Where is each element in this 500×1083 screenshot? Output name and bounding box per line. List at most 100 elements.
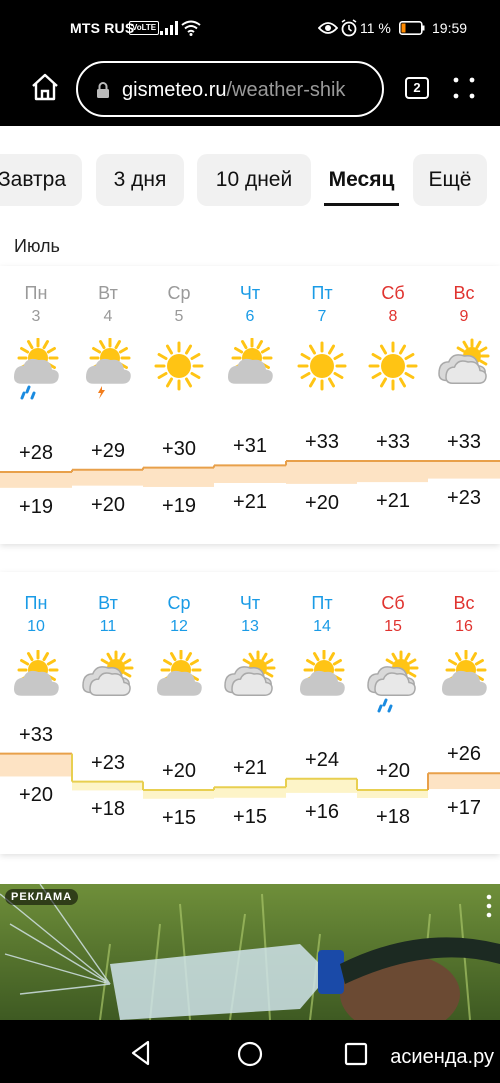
day-header[interactable]: Чт 13	[214, 592, 286, 638]
day-header[interactable]: Сб 8	[357, 282, 429, 328]
ad-options-icon[interactable]	[486, 894, 492, 918]
day-header[interactable]: Вс 9	[428, 282, 500, 328]
temperature-band-segment	[286, 778, 357, 793]
url-text: gismeteo.ru/weather-shik	[122, 79, 345, 102]
max-temperature: +31	[233, 435, 267, 458]
temperature-band-segment	[0, 472, 72, 488]
home-icon[interactable]	[30, 72, 60, 102]
max-temperature: +23	[91, 751, 125, 774]
day-name: Вт	[98, 283, 118, 303]
partly-cloudy-thunder-icon	[86, 338, 131, 399]
day-header[interactable]: Вс 16	[428, 592, 500, 638]
day-name: Ср	[167, 283, 191, 303]
day-header[interactable]: Вт 4	[72, 282, 144, 328]
temperature-band-segment	[72, 469, 143, 486]
min-temperature: +15	[233, 805, 267, 828]
tab-more[interactable]: Ещё	[413, 154, 487, 206]
day-number: 10	[27, 618, 45, 635]
max-temperature: +26	[447, 743, 481, 766]
day-number: 8	[388, 308, 398, 325]
battery-icon	[399, 21, 425, 35]
partly-cloudy-icon	[442, 650, 487, 696]
max-temperature: +21	[233, 757, 267, 780]
max-temperature: +24	[305, 748, 339, 771]
partly-cloudy-rain-icon	[14, 338, 59, 400]
min-temperature: +15	[162, 806, 196, 829]
url-path: /weather-shik	[226, 79, 346, 101]
min-temperature: +20	[305, 491, 339, 514]
day-header[interactable]: Пт 7	[286, 282, 358, 328]
back-icon[interactable]	[128, 1040, 154, 1066]
address-bar[interactable]: gismeteo.ru/weather-shik	[76, 61, 384, 117]
partly-cloudy-icon	[228, 338, 273, 384]
period-tabs: Завтра 3 дня 10 дней Месяц Ещё	[0, 126, 500, 226]
cloudy-sun-icon	[224, 650, 276, 696]
day-header[interactable]: Ср 5	[143, 282, 215, 328]
day-name: Пт	[311, 283, 333, 303]
browser-toolbar: gismeteo.ru/weather-shik 2	[0, 58, 500, 126]
day-number: 12	[170, 618, 188, 635]
day-number: 3	[31, 308, 41, 325]
cloudy-sun-icon	[438, 338, 490, 384]
min-temperature: +18	[376, 806, 410, 828]
max-temperature: +30	[162, 437, 196, 460]
home-circle-icon[interactable]	[236, 1040, 264, 1068]
cloudy-sun-rain-icon	[367, 650, 419, 713]
temperature-band-segment	[214, 465, 286, 483]
partly-cloudy-icon	[157, 650, 202, 696]
more-menu-icon[interactable]	[452, 76, 476, 100]
min-temperature: +23	[447, 486, 481, 509]
day-header[interactable]: Сб 15	[357, 592, 429, 638]
url-domain: gismeteo.ru	[122, 79, 227, 101]
day-name: Сб	[381, 283, 405, 303]
temperature-band-segment	[428, 461, 500, 479]
day-number: 15	[384, 618, 402, 635]
temperature-band-segment	[214, 787, 286, 798]
ad-label: РЕКЛАМА	[5, 889, 79, 905]
max-temperature: +33	[305, 431, 339, 453]
lock-icon	[97, 82, 109, 98]
day-header[interactable]: Пн 3	[0, 282, 72, 328]
day-name: Пт	[311, 593, 333, 613]
day-name: Сб	[381, 593, 405, 613]
day-name: Чт	[239, 283, 261, 303]
signal-icon	[160, 21, 178, 35]
min-temperature: +19	[19, 495, 53, 518]
day-name: Чт	[239, 593, 261, 613]
tab-month[interactable]: Месяц	[324, 154, 399, 206]
tab-tomorrow[interactable]: Завтра	[0, 154, 82, 206]
wifi-icon	[181, 20, 201, 36]
day-number: 5	[174, 308, 184, 325]
max-temperature: +28	[19, 442, 53, 464]
temperature-band-segment	[357, 461, 428, 483]
tab-10-days[interactable]: 10 дней	[197, 154, 311, 206]
month-title: Июль	[14, 236, 60, 256]
day-number: 9	[459, 308, 469, 325]
temperature-band-segment	[286, 461, 357, 484]
min-temperature: +21	[233, 491, 267, 513]
tabs-count-button[interactable]: 2	[405, 77, 429, 99]
advertisement-banner[interactable]: РЕКЛАМА	[0, 884, 500, 1020]
day-header[interactable]: Пт 14	[286, 592, 358, 638]
tab-3-days[interactable]: 3 дня	[96, 154, 184, 206]
eye-icon	[318, 22, 338, 34]
week-card: Пн 10 +33 +20 Вт 11 +23 +18 Ср 12 +20 +15 Чт 13 +21 +15…	[0, 572, 500, 854]
day-name: Пн	[24, 593, 48, 613]
alarm-icon	[341, 19, 357, 37]
partly-cloudy-icon	[14, 650, 59, 696]
sun-icon	[368, 341, 418, 391]
temperature-band-segment	[357, 790, 428, 798]
day-header[interactable]: Чт 6	[214, 282, 286, 328]
day-header[interactable]: Вт 11	[72, 592, 144, 638]
max-temperature: +33	[447, 431, 481, 453]
temperature-band-segment	[428, 773, 500, 790]
day-name: Ср	[167, 593, 191, 613]
carrier-name: MTS RUS	[70, 20, 135, 36]
week-card: Пн 3 +28 +19 Вт 4 +29 +20 Ср 5 +30 +19 Чт 6 +31 +21 Пт 7 +…	[0, 266, 500, 544]
day-number: 4	[103, 308, 113, 325]
temperature-band-segment	[143, 790, 214, 799]
day-header[interactable]: Пн 10	[0, 592, 72, 638]
recent-apps-icon[interactable]	[344, 1042, 368, 1066]
day-header[interactable]: Ср 12	[143, 592, 215, 638]
sun-icon	[154, 341, 204, 391]
